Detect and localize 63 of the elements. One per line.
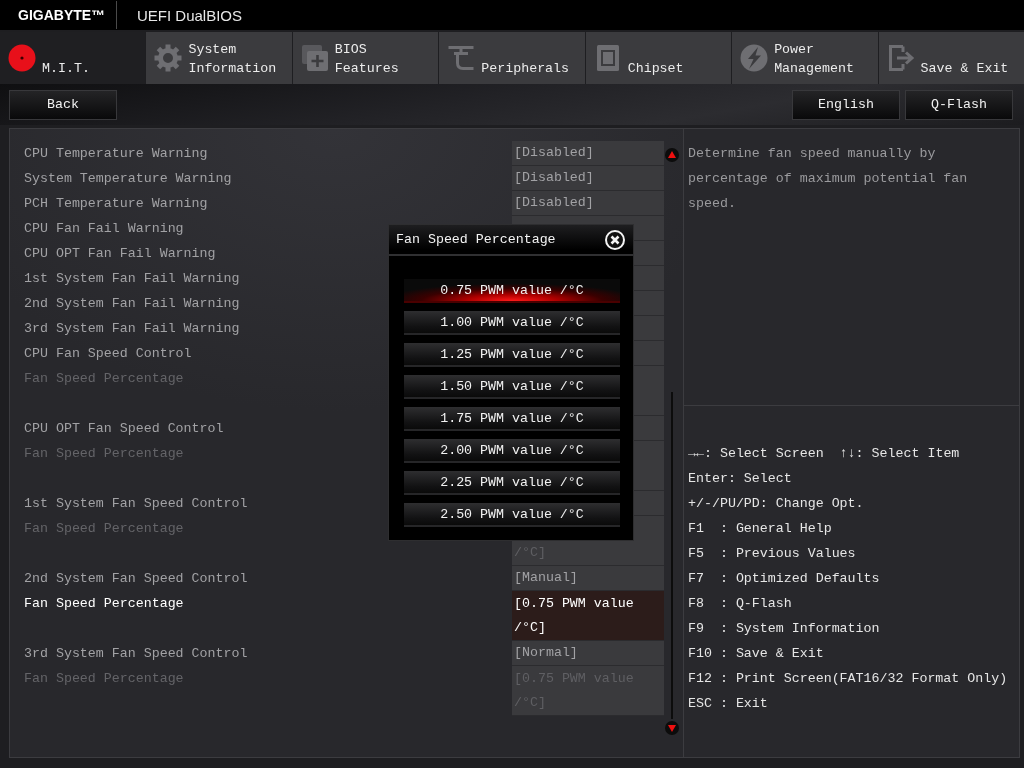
shortcut-hint: F1 : General Help xyxy=(688,520,832,538)
brand-logo: GIGABYTE™ xyxy=(18,7,107,23)
chip-plus-icon xyxy=(300,44,329,72)
dialog-title: Fan Speed Percentage xyxy=(396,232,556,247)
setting-label[interactable]: Fan Speed Percentage xyxy=(24,596,184,611)
shortcut-hint: ↑↓: Select Item xyxy=(839,445,960,463)
gear-icon xyxy=(154,44,183,72)
setting-label[interactable]: 1st System Fan Speed Control xyxy=(24,496,248,511)
option-button[interactable]: 2.25 PWM value /°C xyxy=(404,471,620,495)
setting-label[interactable]: CPU Fan Fail Warning xyxy=(24,221,184,236)
setting-value[interactable]: [Disabled] xyxy=(512,141,664,166)
tab[interactable]: Peripherals xyxy=(439,32,585,84)
setting-value[interactable]: [Disabled] xyxy=(512,166,664,191)
dial-icon xyxy=(8,44,36,72)
toolbar-button[interactable]: Q-Flash xyxy=(905,89,1013,120)
tab[interactable]: System Information xyxy=(146,32,292,84)
scroll-up-icon[interactable] xyxy=(665,148,679,162)
tab[interactable]: Power Management xyxy=(732,32,878,84)
option-button[interactable]: 1.00 PWM value /°C xyxy=(404,311,620,335)
option-button[interactable]: 1.75 PWM value /°C xyxy=(404,407,620,431)
bios-title: UEFI DualBIOS xyxy=(137,6,243,24)
shortcut-hint: F5 : Previous Values xyxy=(688,545,856,563)
setting-label[interactable]: PCH Temperature Warning xyxy=(24,196,208,211)
setting-label[interactable]: 3rd System Fan Speed Control xyxy=(24,646,248,661)
shortcut-hint: →←: Select Screen xyxy=(688,445,824,463)
option-button[interactable]: 2.50 PWM value /°C xyxy=(404,503,620,527)
shortcut-hint: F7 : Optimized Defaults xyxy=(688,570,880,588)
scroll-down-icon[interactable] xyxy=(665,721,679,735)
setting-value[interactable]: [0.75 PWM value /°C] xyxy=(512,591,664,641)
lightning-icon xyxy=(740,44,769,72)
close-icon[interactable] xyxy=(605,229,625,250)
tab[interactable]: Chipset xyxy=(585,32,732,84)
option-button[interactable]: 1.50 PWM value /°C xyxy=(404,375,620,399)
setting-value[interactable]: [Normal] xyxy=(512,641,664,666)
help-text: Determine fan speed manually by percentage of maximum potential fan speed. xyxy=(688,145,969,213)
shortcut-hint: F12 : Print Screen(FAT16/32 Format Only) xyxy=(688,670,1008,688)
shortcut-hint: +/-/PU/PD: Change Opt. xyxy=(688,495,864,513)
shortcut-hint: F8 : Q-Flash xyxy=(688,595,792,613)
scroll-thumb[interactable] xyxy=(671,391,673,719)
shortcut-hint: F9 : System Information xyxy=(688,620,880,638)
tab[interactable]: Save & Exit xyxy=(878,32,1024,84)
shortcut-hint: Enter: Select xyxy=(688,470,792,488)
setting-label[interactable]: CPU Temperature Warning xyxy=(24,146,208,161)
setting-label[interactable]: CPU Fan Speed Control xyxy=(24,346,192,361)
toolbar-button[interactable]: English xyxy=(792,89,900,120)
setting-label[interactable]: 3rd System Fan Fail Warning xyxy=(24,321,240,336)
option-button[interactable]: 0.75 PWM value /°C xyxy=(404,279,620,303)
setting-label[interactable]: System Temperature Warning xyxy=(24,171,232,186)
exit-icon xyxy=(886,44,915,72)
setting-value[interactable]: [Manual] xyxy=(512,566,664,591)
setting-label[interactable]: 2nd System Fan Speed Control xyxy=(24,571,248,586)
setting-label[interactable]: CPU OPT Fan Speed Control xyxy=(24,421,224,436)
option-button[interactable]: 2.00 PWM value /°C xyxy=(404,439,620,463)
setting-value[interactable]: [Disabled] xyxy=(512,191,664,216)
shortcut-hint: ESC : Exit xyxy=(688,695,768,713)
back-button[interactable]: Back xyxy=(9,89,117,120)
setting-label[interactable]: 2nd System Fan Fail Warning xyxy=(24,296,240,311)
option-button[interactable]: 1.25 PWM value /°C xyxy=(404,343,620,367)
cable-icon xyxy=(447,44,476,72)
tab[interactable]: BIOS Features xyxy=(292,32,439,84)
setting-label[interactable]: 1st System Fan Fail Warning xyxy=(24,271,240,286)
shortcut-hint: F10 : Save & Exit xyxy=(688,645,824,663)
setting-label[interactable]: CPU OPT Fan Fail Warning xyxy=(24,246,216,261)
